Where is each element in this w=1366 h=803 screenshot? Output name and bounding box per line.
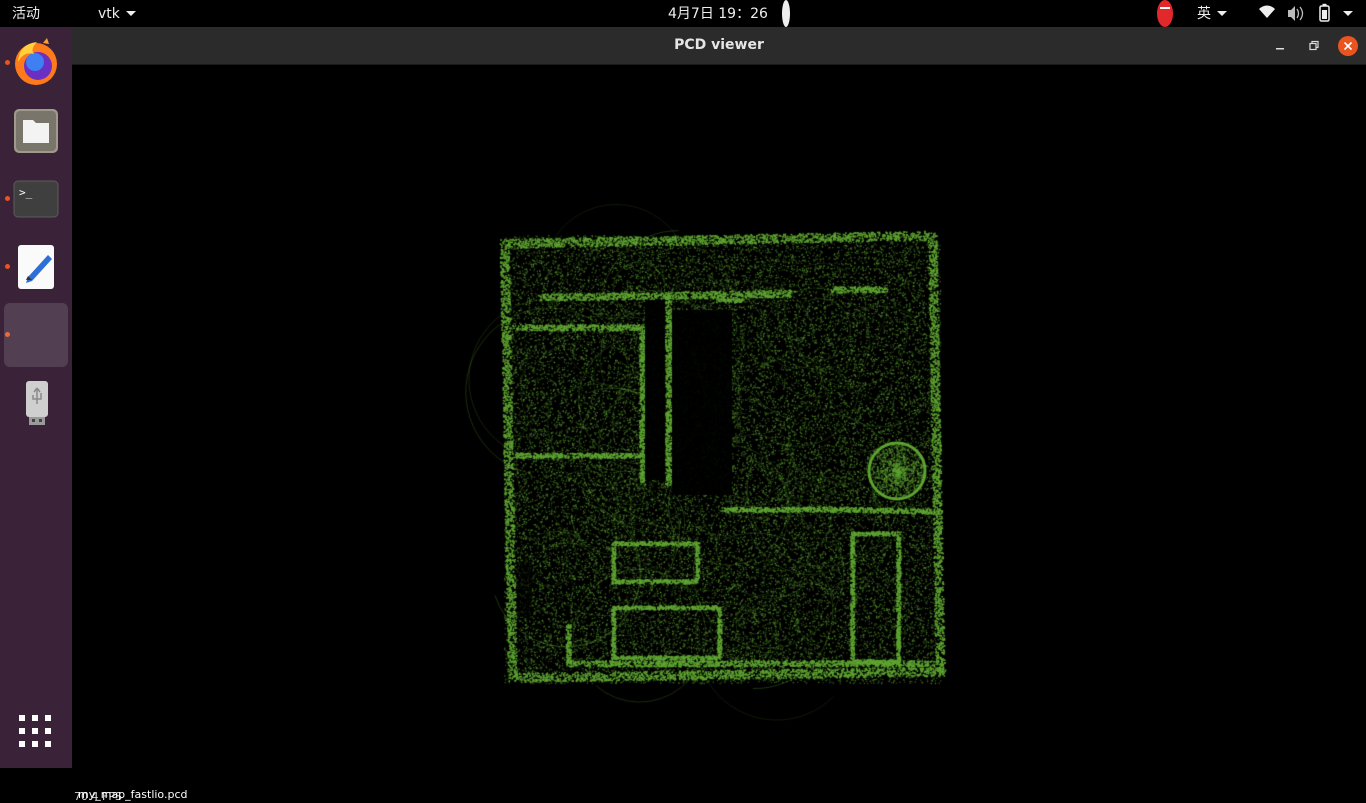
dock-app-pcd-viewer[interactable]	[4, 303, 68, 367]
system-status-icons	[1259, 3, 1353, 22]
text-editor-icon	[18, 245, 54, 289]
terminal-glyph: >_	[19, 186, 33, 199]
chevron-down-icon	[1343, 11, 1353, 16]
activities-button[interactable]: 活动	[12, 0, 40, 27]
close-icon	[1343, 41, 1353, 51]
point-cloud-canvas[interactable]	[72, 65, 1366, 768]
show-applications-button[interactable]	[18, 714, 54, 750]
dock-app-usb-drive[interactable]	[4, 371, 68, 435]
window-title: PCD viewer	[674, 37, 764, 53]
top-bar: 活动 vtk 4月7日 19：26 英	[0, 0, 1366, 27]
dock-app-files[interactable]	[4, 99, 68, 163]
cloud-filename: my_map_fastlio.pcd	[78, 788, 188, 801]
input-method-label: 英	[1197, 6, 1211, 22]
title-bar[interactable]: PCD viewer	[72, 27, 1366, 65]
app-grid-icon	[19, 715, 51, 747]
input-method-button[interactable]: 英	[1197, 0, 1227, 27]
app-menu-button[interactable]: vtk	[98, 0, 136, 27]
volume-icon	[1288, 6, 1304, 21]
terminal-icon: >_	[13, 180, 59, 218]
do-not-disturb-icon[interactable]	[1157, 0, 1173, 27]
system-menu-button[interactable]	[1258, 0, 1358, 27]
dock-app-terminal[interactable]: >_	[4, 167, 68, 231]
notification-dot-icon	[782, 0, 790, 27]
dock-app-firefox[interactable]	[4, 31, 68, 95]
point-cloud-viewport[interactable]: 70.4 FPS my_map_fastlio.pcd	[72, 65, 1366, 803]
pcd-viewer-window: PCD viewer 70.4 FPS my_map_fastlio.pcd	[72, 27, 1366, 803]
restore-icon	[1309, 40, 1319, 51]
dock: >_	[0, 27, 72, 768]
wifi-icon	[1259, 5, 1275, 18]
chevron-down-icon	[1217, 10, 1227, 16]
app-menu-label: vtk	[98, 6, 120, 22]
battery-icon	[1319, 3, 1330, 22]
clock-button[interactable]: 4月7日 19：26	[668, 0, 768, 27]
close-button[interactable]	[1338, 36, 1358, 56]
folder-icon	[14, 109, 58, 153]
maximize-button[interactable]	[1304, 36, 1324, 56]
minimize-icon	[1276, 48, 1284, 50]
chevron-down-icon	[125, 10, 136, 16]
minimize-button[interactable]	[1270, 36, 1290, 56]
dock-app-text-editor[interactable]	[4, 235, 68, 299]
usb-drive-icon	[26, 381, 48, 425]
firefox-icon	[15, 38, 57, 85]
